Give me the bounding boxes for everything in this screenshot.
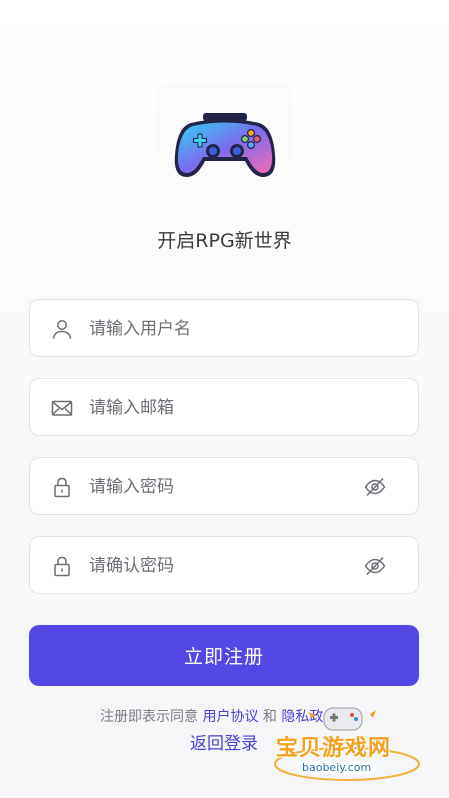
mail-icon <box>51 400 73 416</box>
gamepad-icon <box>174 112 275 177</box>
confirm-password-field[interactable] <box>29 536 419 595</box>
password-field[interactable] <box>29 457 419 516</box>
user-icon <box>52 320 72 339</box>
app-logo <box>157 82 292 209</box>
back-to-login-link[interactable]: 返回登录 <box>190 729 258 754</box>
register-button[interactable]: 立即注册 <box>29 625 419 686</box>
agreement-prefix: 注册即表示同意 <box>100 709 198 725</box>
username-field[interactable] <box>29 299 419 358</box>
eye-off-icon[interactable] <box>364 555 386 577</box>
user-agreement-link[interactable]: 用户协议 <box>202 709 258 725</box>
watermark-url: baobeiy.com <box>296 761 378 774</box>
password-input[interactable] <box>87 458 361 516</box>
username-input[interactable] <box>87 300 361 358</box>
email-field[interactable] <box>29 378 419 437</box>
email-input[interactable] <box>87 379 361 437</box>
lock-icon <box>54 556 70 577</box>
confirm-password-input[interactable] <box>87 537 361 595</box>
lock-icon <box>54 477 70 498</box>
app-tagline: 开启RPG新世界 <box>157 230 292 252</box>
eye-off-icon[interactable] <box>364 476 386 498</box>
watermark-brand: 宝贝游戏网 <box>276 736 392 761</box>
